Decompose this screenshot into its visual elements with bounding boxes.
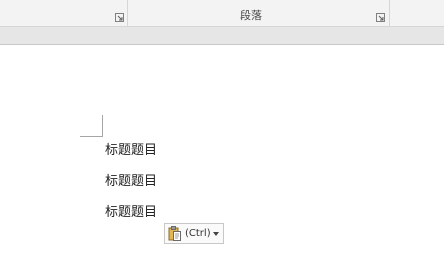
paragraph-dialog-launcher-icon[interactable] — [376, 13, 385, 22]
font-dialog-launcher-icon[interactable] — [115, 13, 124, 22]
paragraph-2[interactable]: 标题题目 — [105, 170, 157, 189]
ribbon-group-separator — [389, 0, 390, 26]
paste-options-button[interactable]: (Ctrl) — [164, 223, 224, 244]
paste-options-label: (Ctrl) — [185, 228, 211, 239]
ruler-strip — [0, 27, 444, 45]
clipboard-icon — [168, 226, 181, 241]
paragraph-3[interactable]: 标题题目 — [105, 201, 157, 220]
ribbon: 段落 — [0, 0, 444, 27]
ribbon-group-separator — [127, 0, 128, 26]
chevron-down-icon — [212, 231, 219, 236]
paragraph-group-label: 段落 — [240, 9, 262, 22]
margin-corner-mark — [80, 115, 103, 137]
paragraph-1[interactable]: 标题题目 — [105, 139, 157, 158]
